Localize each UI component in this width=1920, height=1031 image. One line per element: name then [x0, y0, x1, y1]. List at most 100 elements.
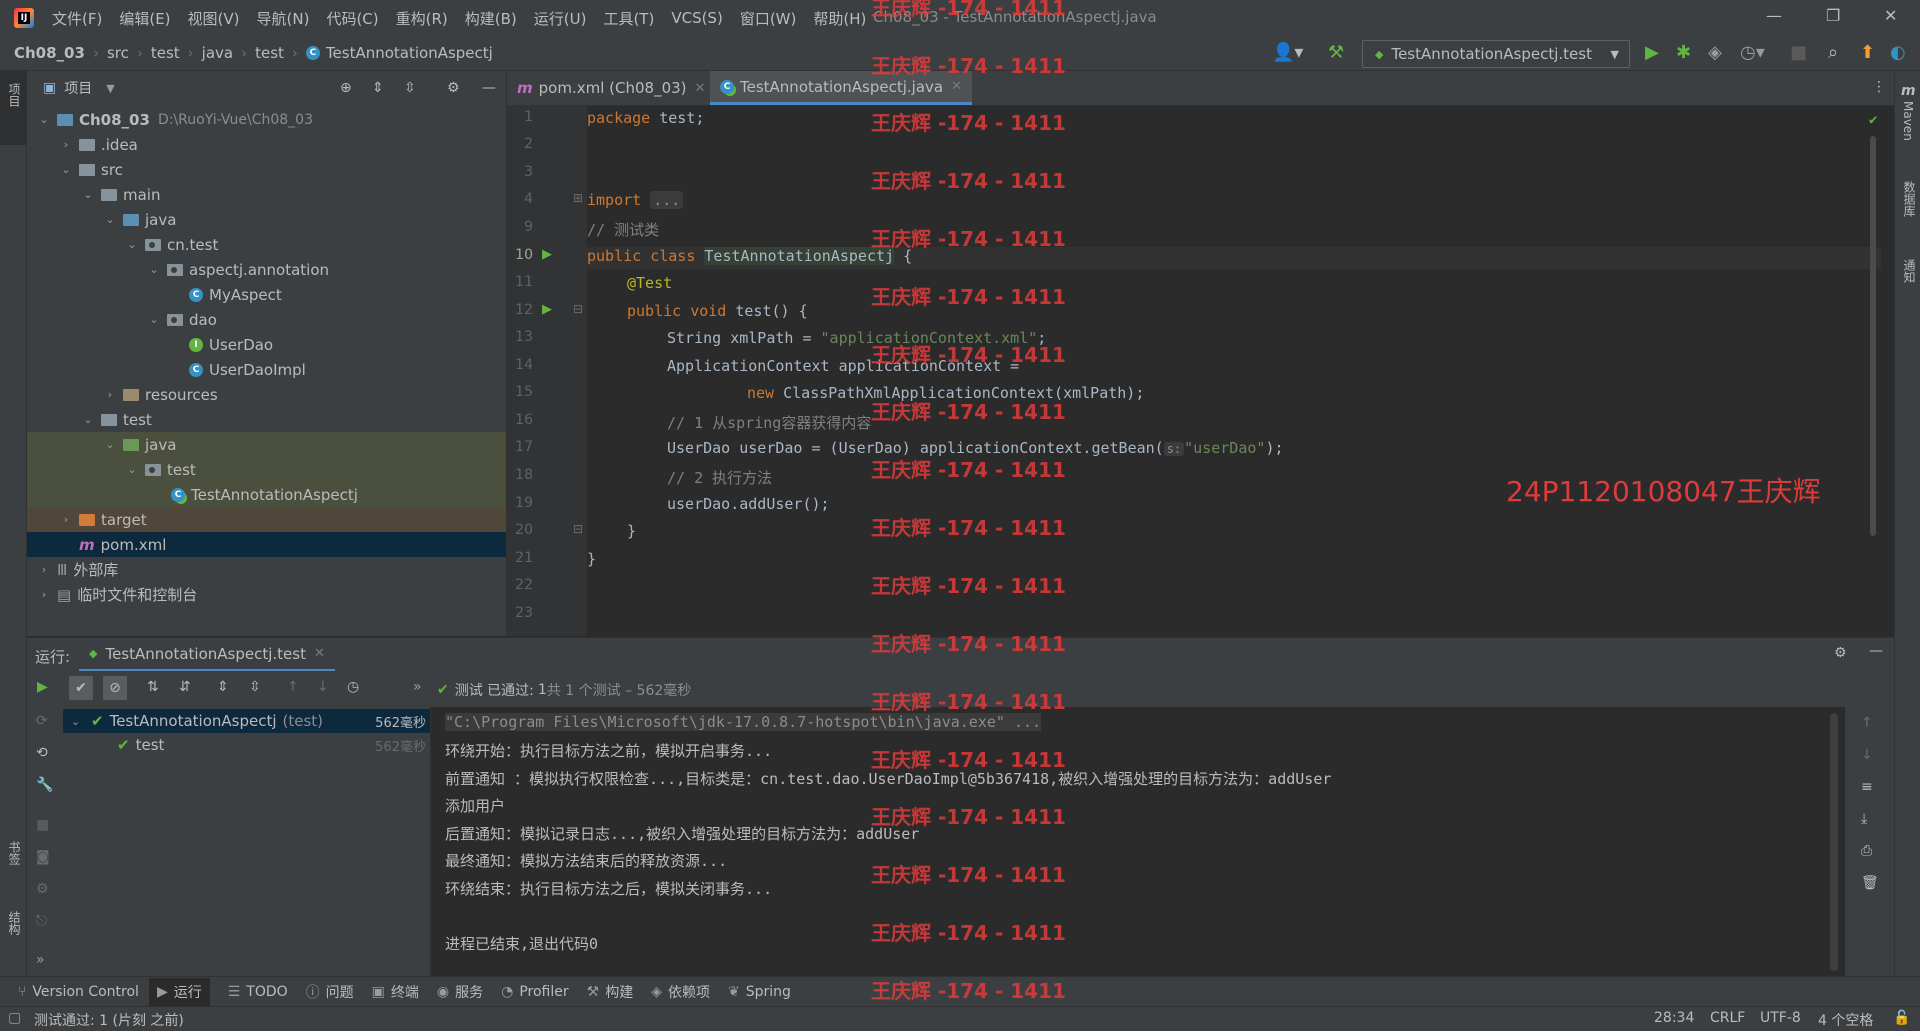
tool-terminal[interactable]: ▣ 终端: [372, 982, 419, 1002]
panel-toggle-icon[interactable]: ▢: [8, 1010, 21, 1026]
build-hammer-icon[interactable]: ⚒: [1328, 42, 1344, 63]
tree-item-idea[interactable]: › .idea: [27, 132, 506, 157]
chevron-down-icon[interactable]: ⌄: [71, 715, 85, 728]
menu-vcs[interactable]: VCS(S): [671, 9, 722, 27]
breadcrumb-package[interactable]: test: [255, 44, 284, 62]
lock-icon[interactable]: 🔓: [1893, 1010, 1910, 1026]
close-icon[interactable]: ✕: [1884, 6, 1897, 25]
expand-all-icon[interactable]: ⇕: [372, 80, 384, 96]
tool-todo[interactable]: ☰ TODO: [228, 984, 288, 1000]
settings-icon[interactable]: ⚙: [36, 881, 49, 897]
chevron-down-icon[interactable]: ⌄: [103, 438, 117, 451]
console-scrollbar[interactable]: [1830, 713, 1838, 971]
expand-all-icon[interactable]: ⇕: [217, 679, 229, 695]
indent-setting[interactable]: 4 个空格: [1818, 1010, 1873, 1030]
toggle-auto-test-icon[interactable]: ⟳: [36, 713, 48, 729]
chevron-down-icon[interactable]: ⌄: [147, 313, 161, 326]
fold-icon[interactable]: ⊞: [573, 191, 583, 205]
tree-item-test[interactable]: ⌄ test: [27, 407, 506, 432]
test-suite-row[interactable]: ⌄ ✔ TestAnnotationAspectj (test) 562毫秒: [63, 709, 430, 733]
tree-item-myaspect[interactable]: C MyAspect: [27, 282, 506, 307]
restore-icon[interactable]: ❐: [1826, 6, 1840, 25]
scroll-up-icon[interactable]: ↑: [1861, 715, 1873, 731]
locate-icon[interactable]: ⊕: [340, 80, 352, 96]
tool-version-control[interactable]: ⑂ Version Control: [18, 984, 139, 1000]
chevron-right-icon[interactable]: ›: [37, 563, 51, 576]
exit-icon[interactable]: ⎋: [36, 913, 47, 929]
hide-panel-icon[interactable]: —: [1869, 643, 1883, 659]
coverage-icon[interactable]: ◈: [1708, 42, 1722, 63]
wrench-icon[interactable]: 🔧: [36, 777, 53, 793]
show-passed-icon[interactable]: ✔: [69, 676, 93, 700]
show-ignored-icon[interactable]: ⊘: [103, 676, 127, 700]
menu-navigate[interactable]: 导航(N): [257, 8, 310, 29]
menu-help[interactable]: 帮助(H): [813, 8, 866, 29]
tree-item-main[interactable]: ⌄ main: [27, 182, 506, 207]
print-icon[interactable]: ⎙: [1861, 843, 1872, 859]
trash-icon[interactable]: 🗑: [1861, 875, 1879, 891]
scroll-to-end-icon[interactable]: ⤓: [1861, 811, 1867, 827]
more-icon[interactable]: »: [36, 952, 45, 968]
tree-item-aspectj-annotation[interactable]: ⌄ aspectj.annotation: [27, 257, 506, 282]
chevron-down-icon[interactable]: ⌄: [37, 113, 51, 126]
project-tool-button[interactable]: 项目: [6, 83, 23, 107]
plugin-icon[interactable]: ◐: [1890, 42, 1906, 63]
tree-item-userdaoimpl[interactable]: C UserDaoImpl: [27, 357, 506, 382]
test-case-row[interactable]: ✔ test 562毫秒: [63, 733, 430, 757]
fold-icon[interactable]: ⊟: [573, 522, 583, 536]
tab-pom-xml[interactable]: m pom.xml (Ch08_03) ✕: [507, 71, 715, 105]
run-test-gutter-icon[interactable]: ▶: [542, 247, 552, 262]
stop-icon[interactable]: ■: [36, 817, 49, 833]
breadcrumb-class[interactable]: TestAnnotationAspectj: [326, 44, 493, 62]
chevron-down-icon[interactable]: ⌄: [103, 213, 117, 226]
tool-build[interactable]: ⚒ 构建: [587, 982, 634, 1002]
menu-window[interactable]: 窗口(W): [740, 8, 797, 29]
collapse-all-icon[interactable]: ⇳: [249, 679, 261, 695]
notifications-tool-button[interactable]: 通知: [1901, 259, 1918, 283]
run-icon[interactable]: ▶: [1645, 42, 1659, 63]
breadcrumb-java[interactable]: java: [202, 44, 233, 62]
menu-code[interactable]: 代码(C): [326, 8, 378, 29]
tool-run[interactable]: ▶ 运行: [148, 978, 210, 1006]
project-view-select[interactable]: 项目: [64, 78, 92, 98]
sort-duration-icon[interactable]: ⇵: [179, 679, 191, 695]
tree-item-test-package[interactable]: ⌄ test: [27, 457, 506, 482]
tool-services[interactable]: ◉ 服务: [437, 982, 483, 1002]
structure-tool-button[interactable]: 结构: [6, 911, 23, 935]
fold-icon[interactable]: ⊟: [573, 302, 583, 316]
menu-run[interactable]: 运行(U): [534, 8, 587, 29]
restore-layout-icon[interactable]: ⟲: [36, 745, 48, 761]
menu-build[interactable]: 构建(B): [465, 8, 517, 29]
caret-position[interactable]: 28:34: [1654, 1010, 1694, 1026]
more-options-icon[interactable]: ⋮: [1872, 79, 1886, 95]
profile-icon[interactable]: ◷▾: [1740, 42, 1765, 63]
breadcrumb-project[interactable]: Ch08_03: [14, 44, 85, 62]
chevron-right-icon[interactable]: ›: [59, 513, 73, 526]
gear-icon[interactable]: ⚙: [1834, 645, 1847, 661]
chevron-right-icon[interactable]: ›: [59, 138, 73, 151]
tool-profiler[interactable]: ◔ Profiler: [501, 984, 569, 1000]
collapse-all-icon[interactable]: ⇳: [404, 80, 416, 96]
chevron-down-icon[interactable]: ⌄: [125, 238, 139, 251]
previous-failed-icon[interactable]: ↑: [287, 679, 299, 695]
tree-item-testannotationaspectj[interactable]: C TestAnnotationAspectj: [27, 482, 506, 507]
chevron-down-icon[interactable]: ⌄: [147, 263, 161, 276]
breadcrumb-test[interactable]: test: [151, 44, 180, 62]
tree-item-dao[interactable]: ⌄ dao: [27, 307, 506, 332]
tool-problems[interactable]: ⓘ 问题: [306, 982, 354, 1002]
chevron-down-icon[interactable]: ⌄: [81, 188, 95, 201]
tree-item-userdao[interactable]: I UserDao: [27, 332, 506, 357]
tree-item-src[interactable]: ⌄ src: [27, 157, 506, 182]
chevron-down-icon[interactable]: ▼: [106, 82, 114, 95]
chevron-down-icon[interactable]: ⌄: [81, 413, 95, 426]
console-output[interactable]: "C:\Program Files\Microsoft\jdk-17.0.8.7…: [431, 707, 1845, 976]
camera-icon[interactable]: ◙: [36, 849, 50, 865]
tree-item-external-libraries[interactable]: › Ⅲ 外部库: [27, 557, 506, 582]
history-icon[interactable]: ◷: [347, 679, 359, 695]
tree-item-pom-xml[interactable]: m pom.xml: [27, 532, 506, 557]
bookmarks-tool-button[interactable]: 书签: [6, 841, 23, 865]
run-configuration-select[interactable]: ◆ TestAnnotationAspectj.test ▼: [1362, 40, 1630, 68]
tree-item-cn-test[interactable]: ⌄ cn.test: [27, 232, 506, 257]
next-failed-icon[interactable]: ↓: [317, 679, 329, 695]
gear-icon[interactable]: ⚙: [447, 80, 460, 96]
